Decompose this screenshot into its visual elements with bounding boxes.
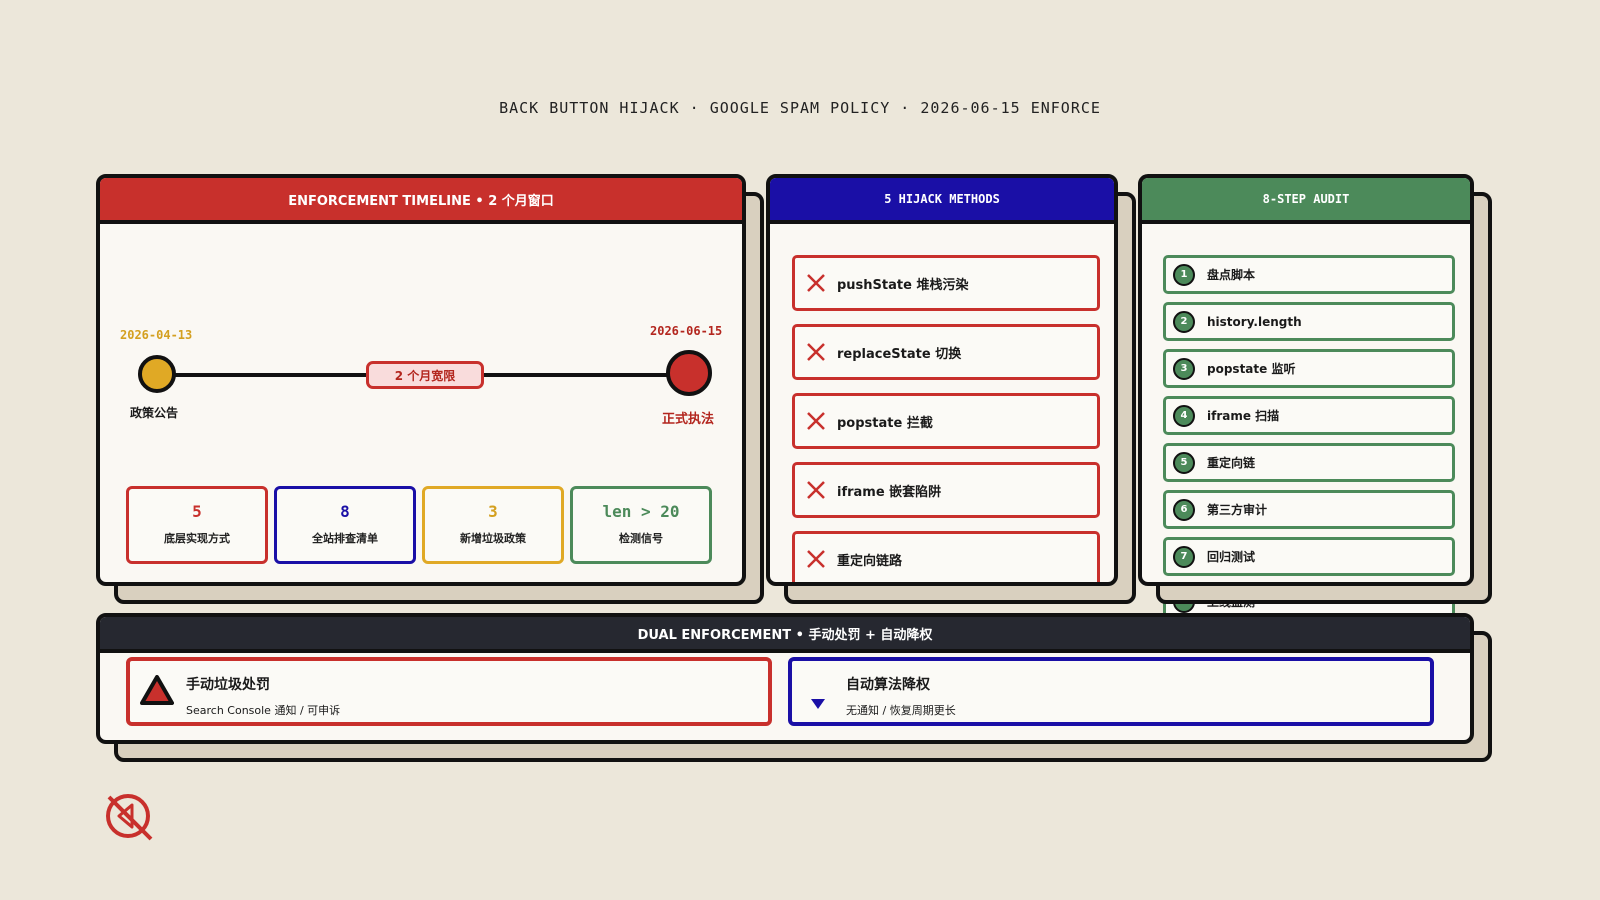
panel-face: DUAL ENFORCEMENT • 手动处罚 + 自动降权 手动垃圾处罚 Se… (96, 613, 1474, 744)
warning-triangle-icon (140, 675, 174, 709)
step-label: history.length (1207, 314, 1302, 329)
audit-header: 8-STEP AUDIT (1142, 178, 1470, 224)
panel-face: ENFORCEMENT TIMELINE • 2 个月窗口 2026-04-13… (96, 174, 746, 586)
step-label: popstate 监听 (1207, 362, 1296, 376)
audit-step: 7 回归测试 (1163, 537, 1455, 576)
timeline-end-label: 正式执法 (662, 412, 715, 427)
step-number: 5 (1173, 451, 1195, 474)
step-label: iframe 扫描 (1207, 409, 1280, 423)
method-item: popstate 拦截 (792, 393, 1100, 449)
audit-step: 4 iframe 扫描 (1163, 396, 1455, 435)
audit-step: 6 第三方审计 (1163, 490, 1455, 529)
x-icon (795, 341, 837, 363)
stat-value: 8 (340, 502, 350, 521)
enforcement-header: DUAL ENFORCEMENT • 手动处罚 + 自动降权 (100, 617, 1470, 653)
methods-header: 5 HIJACK METHODS (770, 178, 1114, 224)
audit-step: 5 重定向链 (1163, 443, 1455, 482)
stat-label: 全站排查清单 (312, 532, 378, 545)
panel-face: 5 HIJACK METHODS pushState 堆栈污染 replaceS… (766, 174, 1118, 586)
auto-demotion-card: 自动算法降权 无通知 / 恢复周期更长 (788, 657, 1434, 726)
manual-penalty-subtitle: Search Console 通知 / 可申诉 (186, 704, 341, 717)
stat-card: 8 全站排查清单 (274, 486, 416, 564)
audit-step: 3 popstate 监听 (1163, 349, 1455, 388)
stat-label: 检测信号 (619, 532, 663, 545)
method-label: replaceState 切换 (837, 346, 962, 362)
x-icon (795, 272, 837, 294)
panel-face: 8-STEP AUDIT 1 盘点脚本 2 history.length 3 pops… (1138, 174, 1474, 586)
manual-penalty-title: 手动垃圾处罚 (186, 677, 270, 693)
step-number: 4 (1173, 404, 1195, 427)
auto-demotion-title: 自动算法降权 (846, 677, 930, 693)
step-number: 6 (1173, 498, 1195, 521)
timeline-panel: ENFORCEMENT TIMELINE • 2 个月窗口 2026-04-13… (96, 174, 764, 604)
method-label: popstate 拦截 (837, 415, 933, 431)
methods-panel: 5 HIJACK METHODS pushState 堆栈污染 replaceS… (766, 174, 1136, 604)
timeline-end-dot (666, 350, 712, 396)
enforcement-panel: DUAL ENFORCEMENT • 手动处罚 + 自动降权 手动垃圾处罚 Se… (96, 613, 1492, 762)
stat-label: 底层实现方式 (164, 532, 230, 545)
stat-value: 5 (192, 502, 202, 521)
method-label: iframe 嵌套陷阱 (837, 484, 942, 500)
method-label: 重定向链路 (837, 553, 903, 569)
timeline-header: ENFORCEMENT TIMELINE • 2 个月窗口 (100, 178, 742, 224)
timeline-start-date: 2026-04-13 (120, 328, 193, 342)
x-icon (795, 479, 837, 501)
stat-label: 新增垃圾政策 (460, 532, 526, 545)
page-title: BACK BUTTON HIJACK · GOOGLE SPAM POLICY … (499, 99, 1101, 117)
method-label: pushState 堆栈污染 (837, 277, 969, 293)
stat-card: 3 新增垃圾政策 (422, 486, 564, 564)
timeline-window-pill: 2 个月宽限 (366, 361, 484, 389)
x-icon (795, 548, 837, 570)
step-number: 3 (1173, 357, 1195, 380)
audit-step: 1 盘点脚本 (1163, 255, 1455, 294)
down-triangle-icon (810, 695, 826, 714)
stat-card: len > 20 检测信号 (570, 486, 712, 564)
manual-penalty-card: 手动垃圾处罚 Search Console 通知 / 可申诉 (126, 657, 772, 726)
method-item: 重定向链路 (792, 531, 1100, 582)
stat-card: 5 底层实现方式 (126, 486, 268, 564)
no-back-button-icon (105, 793, 155, 843)
audit-step: 2 history.length (1163, 302, 1455, 341)
method-item: iframe 嵌套陷阱 (792, 462, 1100, 518)
auto-demotion-subtitle: 无通知 / 恢复周期更长 (846, 704, 956, 717)
step-label: 第三方审计 (1207, 503, 1268, 517)
step-label: 重定向链 (1207, 456, 1256, 470)
timeline-end-date: 2026-06-15 (650, 324, 723, 338)
step-label: 盘点脚本 (1207, 268, 1256, 282)
timeline-start-label: 政策公告 (130, 406, 179, 420)
x-icon (795, 410, 837, 432)
timeline-start-dot (138, 355, 176, 393)
method-item: pushState 堆栈污染 (792, 255, 1100, 311)
step-number: 7 (1173, 545, 1195, 568)
stat-value: 3 (488, 502, 498, 521)
step-number: 2 (1173, 310, 1195, 333)
audit-panel: 8-STEP AUDIT 1 盘点脚本 2 history.length 3 pops… (1138, 174, 1492, 604)
stat-value: len > 20 (602, 502, 680, 521)
step-label: 回归测试 (1207, 550, 1256, 564)
step-number: 1 (1173, 263, 1195, 286)
method-item: replaceState 切换 (792, 324, 1100, 380)
